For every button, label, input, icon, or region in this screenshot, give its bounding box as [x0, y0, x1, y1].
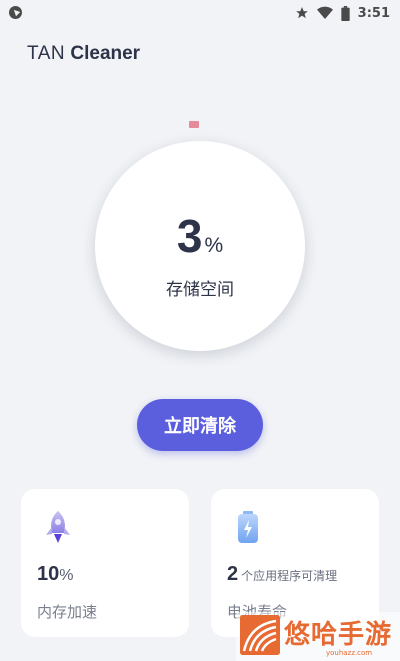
memory-value-unit: % — [59, 567, 74, 584]
memory-label: 内存加速 — [37, 603, 98, 621]
app-title: TAN Cleaner — [27, 43, 140, 65]
watermark-text: 悠哈手游 — [284, 620, 393, 650]
app-title-light: TAN — [27, 43, 66, 64]
indicator-marker — [189, 121, 199, 128]
battery-value-number: 2 — [227, 563, 239, 585]
battery-icon — [340, 5, 350, 21]
watermark-sub: youhazz.com — [326, 649, 373, 657]
storage-percent: 3% — [95, 209, 305, 263]
memory-value-number: 10 — [37, 563, 60, 585]
storage-gauge[interactable]: 3% 存储空间 — [95, 141, 305, 351]
battery-value-suffix: 个应用程序可清理 — [241, 569, 338, 583]
status-time: 3:51 — [357, 5, 390, 21]
watermark-logo-icon — [240, 615, 280, 655]
watermark: 悠哈手游 youhazz.com — [236, 612, 400, 661]
app-title-bold: Cleaner — [70, 43, 141, 64]
memory-boost-card[interactable]: 10% 内存加速 — [21, 489, 189, 637]
app-notification-icon — [9, 6, 22, 19]
storage-percent-value: 3 — [176, 210, 203, 262]
storage-label: 存储空间 — [166, 280, 234, 300]
status-right: 3:51 — [295, 4, 390, 22]
battery-value: 2 个应用程序可清理 — [227, 563, 337, 586]
rocket-icon — [46, 511, 70, 543]
clean-now-button[interactable]: 立即清除 — [137, 399, 263, 451]
wifi-icon — [316, 6, 333, 20]
memory-value: 10% — [37, 563, 73, 586]
battery-charge-icon — [238, 511, 258, 543]
star-icon — [295, 7, 308, 19]
storage-percent-unit: % — [204, 234, 224, 257]
status-bar: 3:51 — [0, 0, 400, 26]
